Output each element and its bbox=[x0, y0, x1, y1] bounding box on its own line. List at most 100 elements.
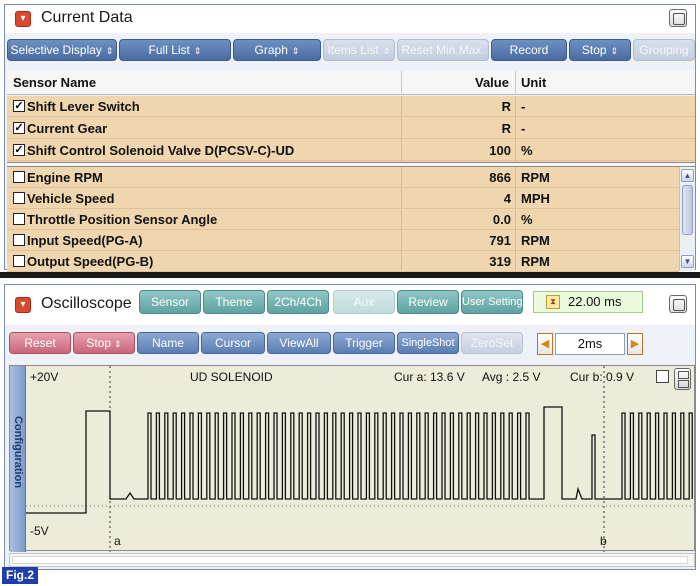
full-list-button[interactable]: Full List ⇕ bbox=[119, 39, 231, 61]
row-checkbox[interactable]: ✓ bbox=[13, 100, 25, 112]
channel-checkbox[interactable] bbox=[656, 370, 669, 383]
bottom-scale-label: -5V bbox=[30, 524, 49, 538]
table-row[interactable]: Throttle Position Sensor Angle 0.0 % bbox=[7, 209, 679, 230]
sensor-unit: - bbox=[521, 99, 526, 114]
selected-rows-section: ✓ Shift Lever Switch R - ✓ Current Gear … bbox=[7, 96, 695, 162]
timebase-field[interactable]: 2ms bbox=[555, 333, 625, 355]
row-checkbox[interactable] bbox=[13, 171, 25, 183]
scope-stop-button[interactable]: Stop ⇕ bbox=[73, 332, 135, 354]
data-table-header: Sensor Name Value Unit bbox=[7, 71, 695, 95]
oscilloscope-toolbar: Reset Stop ⇕ Name Cursor ViewAll Trigger … bbox=[5, 329, 695, 357]
scroll-down-icon[interactable]: ▼ bbox=[681, 255, 694, 268]
viewall-button[interactable]: ViewAll bbox=[267, 332, 331, 354]
tab-review[interactable]: Review bbox=[397, 290, 459, 314]
cursor-a-marker: a bbox=[114, 534, 121, 548]
scope-display[interactable]: Configuration +20V -5V UD SOLENOID Cur a… bbox=[9, 365, 695, 552]
configuration-side-tab[interactable]: Configuration bbox=[10, 366, 26, 552]
tab-user-setting[interactable]: User Setting bbox=[461, 290, 523, 314]
cursor-b-marker: b bbox=[600, 534, 607, 548]
sensor-value: 0.0 bbox=[492, 212, 511, 227]
row-checkbox[interactable]: ✓ bbox=[13, 144, 25, 156]
hourglass-icon: ⧗ bbox=[546, 295, 560, 309]
tab-channels[interactable]: 2Ch/4Ch bbox=[267, 290, 329, 314]
row-checkbox[interactable]: ✓ bbox=[13, 122, 25, 134]
maximize-icon[interactable] bbox=[669, 9, 687, 27]
unit-header[interactable]: Unit bbox=[521, 75, 546, 90]
collapse-chevron-icon[interactable]: ▾ bbox=[15, 297, 31, 313]
row-checkbox[interactable] bbox=[13, 213, 25, 225]
record-button[interactable]: Record bbox=[491, 39, 567, 61]
table-row[interactable]: Engine RPM 866 RPM bbox=[7, 167, 679, 188]
tab-sensor[interactable]: Sensor bbox=[139, 290, 201, 314]
current-data-title: Current Data bbox=[41, 9, 133, 26]
table-scrollbar[interactable]: ▲ ▼ bbox=[679, 167, 695, 271]
table-row[interactable]: ✓ Shift Lever Switch R - bbox=[7, 96, 695, 117]
cursor-a-readout: Cur a: 13.6 V bbox=[394, 370, 465, 384]
sensor-value: R bbox=[501, 121, 511, 136]
sensor-value: 100 bbox=[489, 143, 511, 158]
zeroset-button[interactable]: ZeroSet bbox=[461, 332, 523, 354]
singleshot-button[interactable]: SingleShot bbox=[397, 332, 459, 354]
sensor-unit: - bbox=[521, 121, 526, 136]
reset-min-max-button[interactable]: Reset Min.Max. bbox=[397, 39, 489, 61]
sensor-unit: RPM bbox=[521, 254, 550, 269]
cursor-button[interactable]: Cursor bbox=[201, 332, 265, 354]
graph-button[interactable]: Graph ⇕ bbox=[233, 39, 321, 61]
selective-display-button[interactable]: Selective Display ⇕ bbox=[7, 39, 117, 61]
table-row[interactable]: ✓ Current Gear R - bbox=[7, 118, 695, 139]
sensor-name: Current Gear bbox=[27, 121, 108, 136]
tab-aux[interactable]: Aux bbox=[333, 290, 395, 314]
reset-button[interactable]: Reset bbox=[9, 332, 71, 354]
table-row[interactable]: Output Speed(PG-B) 319 RPM bbox=[7, 251, 679, 272]
sensor-value: 791 bbox=[489, 233, 511, 248]
row-checkbox[interactable] bbox=[13, 255, 25, 267]
oscilloscope-title: Oscilloscope bbox=[41, 295, 132, 312]
grouping-button[interactable]: Grouping bbox=[633, 39, 695, 61]
sensor-name: Input Speed(PG-A) bbox=[27, 233, 143, 248]
sensor-unit: MPH bbox=[521, 191, 550, 206]
sensor-unit: RPM bbox=[521, 233, 550, 248]
table-row[interactable]: Vehicle Speed 4 MPH bbox=[7, 188, 679, 209]
row-checkbox[interactable] bbox=[13, 234, 25, 246]
ud-solenoid-waveform bbox=[26, 406, 693, 514]
triangle-right-icon[interactable]: ▶ bbox=[627, 333, 643, 355]
table-row[interactable]: Input Speed(PG-A) 791 RPM bbox=[7, 230, 679, 251]
waveform-plot[interactable] bbox=[26, 366, 694, 552]
other-rows-section: Engine RPM 866 RPM Vehicle Speed 4 MPH T… bbox=[7, 167, 679, 272]
row-checkbox[interactable] bbox=[13, 192, 25, 204]
average-readout: Avg : 2.5 V bbox=[482, 370, 541, 384]
stop-button[interactable]: Stop ⇕ bbox=[569, 39, 631, 61]
tab-theme[interactable]: Theme bbox=[203, 290, 265, 314]
items-list-button[interactable]: Items List ⇕ bbox=[323, 39, 395, 61]
value-header[interactable]: Value bbox=[475, 75, 509, 90]
name-button[interactable]: Name bbox=[137, 332, 199, 354]
triangle-left-icon[interactable]: ◀ bbox=[537, 333, 553, 355]
sensor-name-header[interactable]: Sensor Name bbox=[13, 75, 96, 90]
sensor-value: 866 bbox=[489, 170, 511, 185]
sensor-unit: % bbox=[521, 212, 533, 227]
panel-splitter[interactable] bbox=[0, 272, 700, 278]
top-scale-label: +20V bbox=[30, 370, 59, 384]
current-data-panel: ▾ Current Data Selective Display ⇕ Full L… bbox=[4, 4, 696, 272]
time-display: ⧗ 22.00 ms bbox=[533, 291, 643, 313]
trigger-button[interactable]: Trigger bbox=[333, 332, 395, 354]
oscilloscope-panel: ▾ Oscilloscope Sensor Theme 2Ch/4Ch Aux … bbox=[4, 284, 696, 570]
scope-horizontal-scrollbar[interactable] bbox=[9, 553, 695, 567]
sensor-name: Shift Control Solenoid Valve D(PCSV-C)-U… bbox=[27, 143, 295, 158]
sensor-value: R bbox=[501, 99, 511, 114]
cursor-b-readout: Cur b: 0.9 V bbox=[570, 370, 635, 384]
scroll-thumb[interactable] bbox=[682, 185, 693, 235]
table-row[interactable]: ✓ Shift Control Solenoid Valve D(PCSV-C)… bbox=[7, 140, 695, 161]
zoom-toggle-icon[interactable] bbox=[674, 368, 691, 390]
current-data-toolbar: Selective Display ⇕ Full List ⇕ Graph ⇕ Ite… bbox=[5, 37, 695, 63]
scroll-up-icon[interactable]: ▲ bbox=[681, 169, 694, 182]
collapse-chevron-icon[interactable]: ▾ bbox=[15, 11, 31, 27]
sensor-value: 4 bbox=[503, 191, 511, 206]
scroll-thumb[interactable] bbox=[12, 556, 688, 564]
sensor-name: Output Speed(PG-B) bbox=[27, 254, 154, 269]
figure-label: Fig.2 bbox=[2, 567, 39, 584]
maximize-icon[interactable] bbox=[669, 295, 687, 313]
sensor-value: 319 bbox=[489, 254, 511, 269]
oscilloscope-titlebar: ▾ Oscilloscope Sensor Theme 2Ch/4Ch Aux … bbox=[5, 285, 695, 325]
time-value: 22.00 ms bbox=[568, 294, 622, 309]
